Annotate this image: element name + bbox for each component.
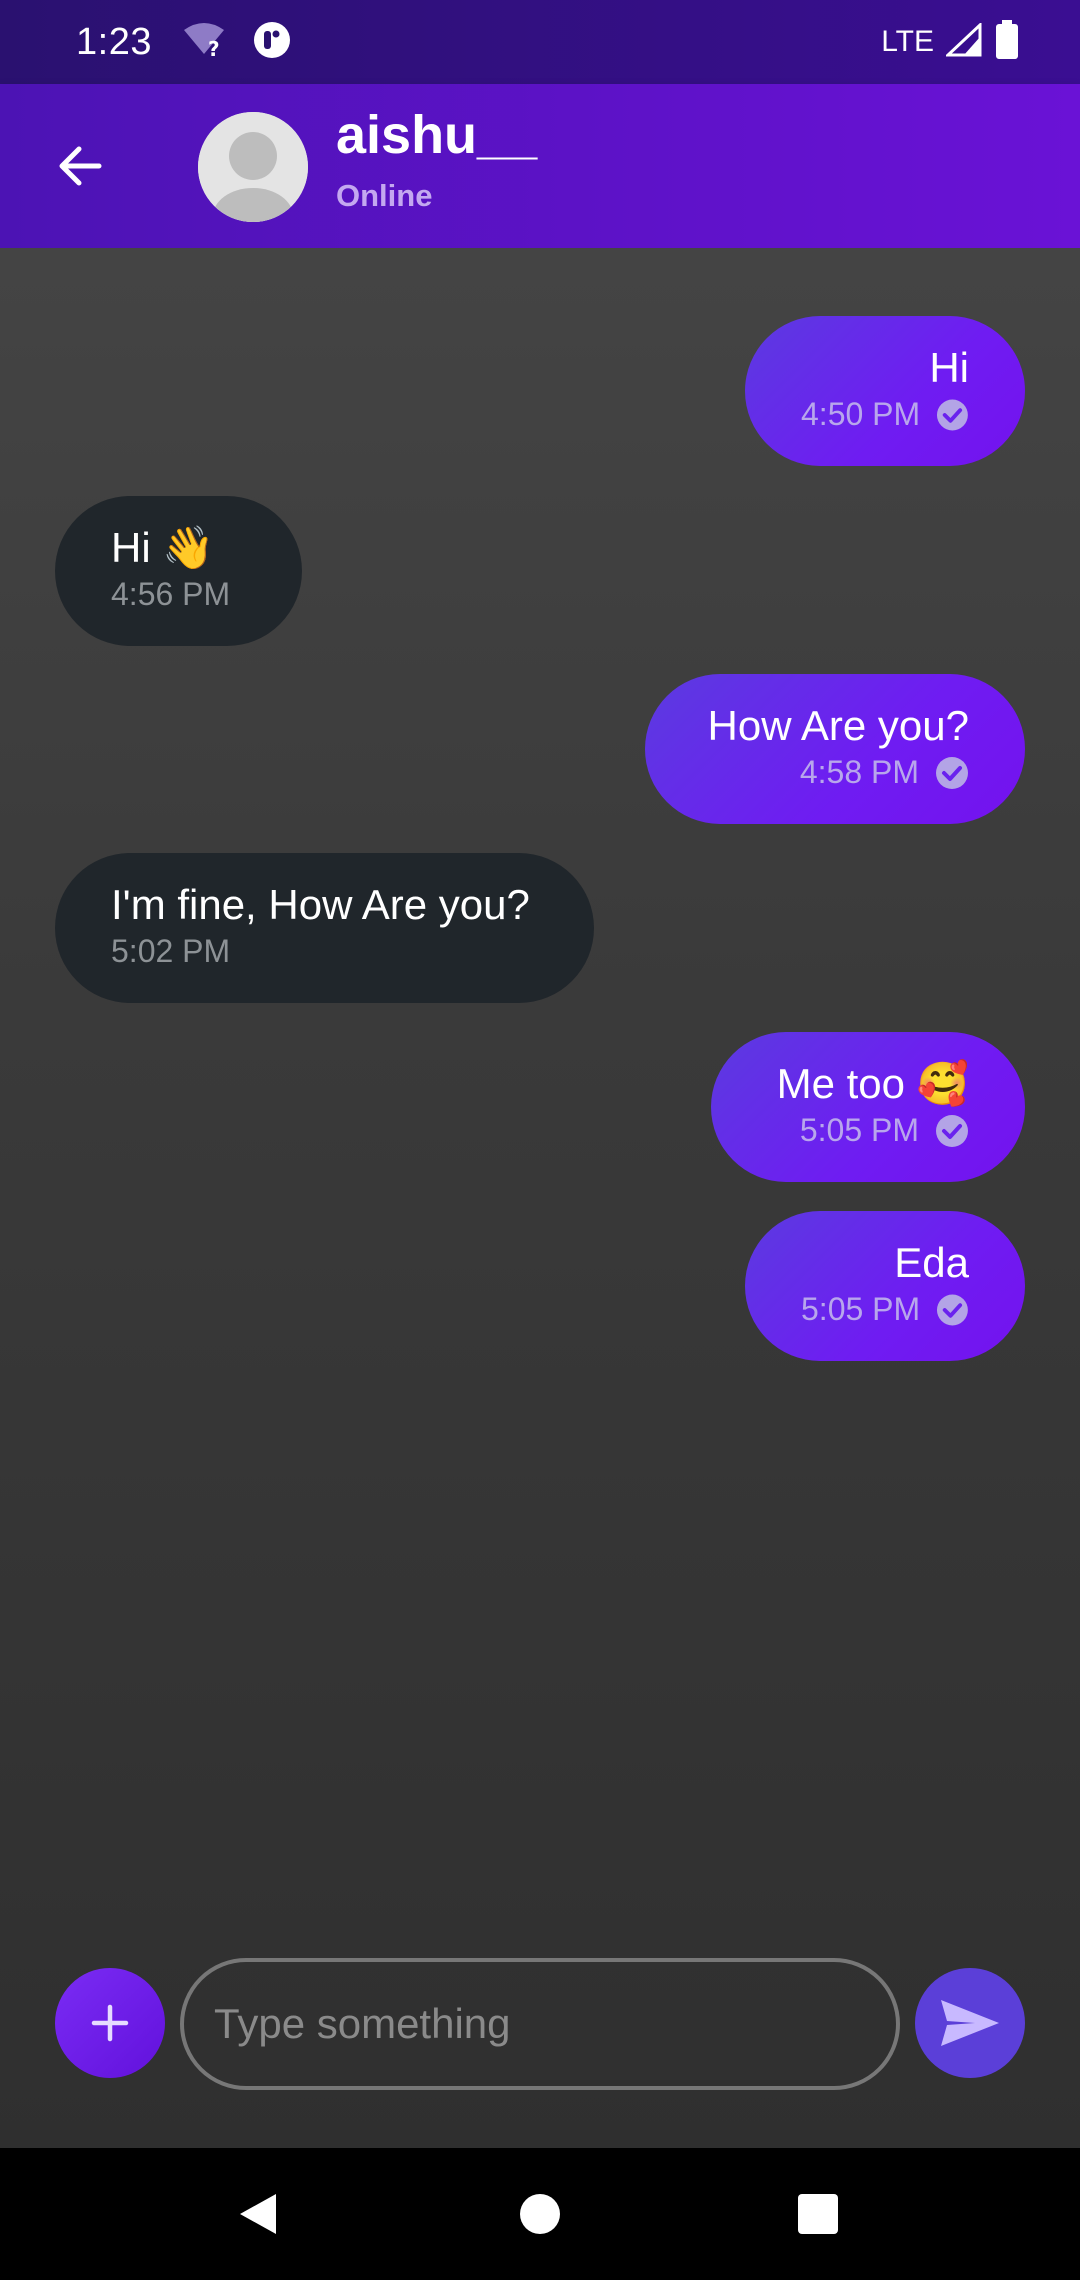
plus-icon: [91, 2004, 129, 2042]
system-nav-bar: [0, 2148, 1080, 2280]
message-text: Me too 🥰: [776, 1060, 969, 1107]
read-check-icon: [937, 399, 969, 430]
send-icon: [941, 2000, 999, 2046]
add-attachment-button[interactable]: [55, 1968, 165, 2078]
message-text: Hi: [929, 344, 969, 391]
message-time: 4:50 PM: [801, 396, 921, 432]
message-time: 4:56 PM: [111, 576, 231, 612]
message-bubble-incoming[interactable]: Hi 👋 4:56 PM: [55, 496, 302, 646]
recents-square-icon: [798, 2194, 838, 2234]
contact-name[interactable]: aishu__: [336, 104, 537, 166]
nav-back-button[interactable]: [228, 2184, 288, 2244]
message-text: How Are you?: [707, 702, 969, 749]
battery-icon: [994, 19, 1020, 65]
contact-status: Online: [336, 178, 433, 213]
message-time: 4:58 PM: [799, 754, 919, 790]
message-list[interactable]: Hi 4:50 PM Hi 👋 4:56 PM How Are you? 4:5…: [0, 248, 1080, 2148]
message-bubble-outgoing[interactable]: Hi 4:50 PM: [745, 316, 1025, 466]
app-notification-icon: [252, 20, 292, 65]
read-check-icon: [936, 1114, 968, 1147]
status-time: 1:23: [76, 20, 152, 63]
send-button[interactable]: [915, 1968, 1025, 2078]
message-bubble-outgoing[interactable]: How Are you? 4:58 PM: [645, 674, 1025, 824]
signal-icon: [944, 21, 982, 62]
avatar-placeholder: [198, 112, 308, 222]
message-time: 5:02 PM: [111, 933, 231, 969]
back-button[interactable]: [40, 126, 120, 206]
status-bar: 1:23 ? LTE: [0, 0, 1080, 84]
back-arrow-icon: [59, 146, 102, 186]
message-text: Eda: [894, 1239, 969, 1286]
home-circle-icon: [520, 2194, 560, 2234]
read-check-icon: [936, 756, 968, 789]
network-type: LTE: [881, 25, 934, 58]
message-bubble-outgoing[interactable]: Me too 🥰 5:05 PM: [711, 1032, 1025, 1182]
message-text: Hi 👋: [111, 524, 215, 571]
read-check-icon: [937, 1294, 969, 1325]
chat-header: aishu__ Online: [0, 84, 1080, 248]
back-triangle-icon: [240, 2194, 276, 2234]
wifi-unknown-icon: ?: [182, 22, 226, 63]
message-bubble-incoming[interactable]: I'm fine, How Are you? 5:02 PM: [55, 853, 594, 1003]
nav-recents-button[interactable]: [788, 2184, 848, 2244]
message-time: 5:05 PM: [799, 1112, 919, 1148]
message-input[interactable]: [180, 1958, 900, 2090]
message-time: 5:05 PM: [801, 1291, 921, 1327]
message-text: I'm fine, How Are you?: [111, 881, 530, 928]
message-bubble-outgoing[interactable]: Eda 5:05 PM: [745, 1211, 1025, 1361]
svg-text:?: ?: [208, 37, 220, 58]
nav-home-button[interactable]: [510, 2184, 570, 2244]
avatar[interactable]: [198, 112, 308, 222]
